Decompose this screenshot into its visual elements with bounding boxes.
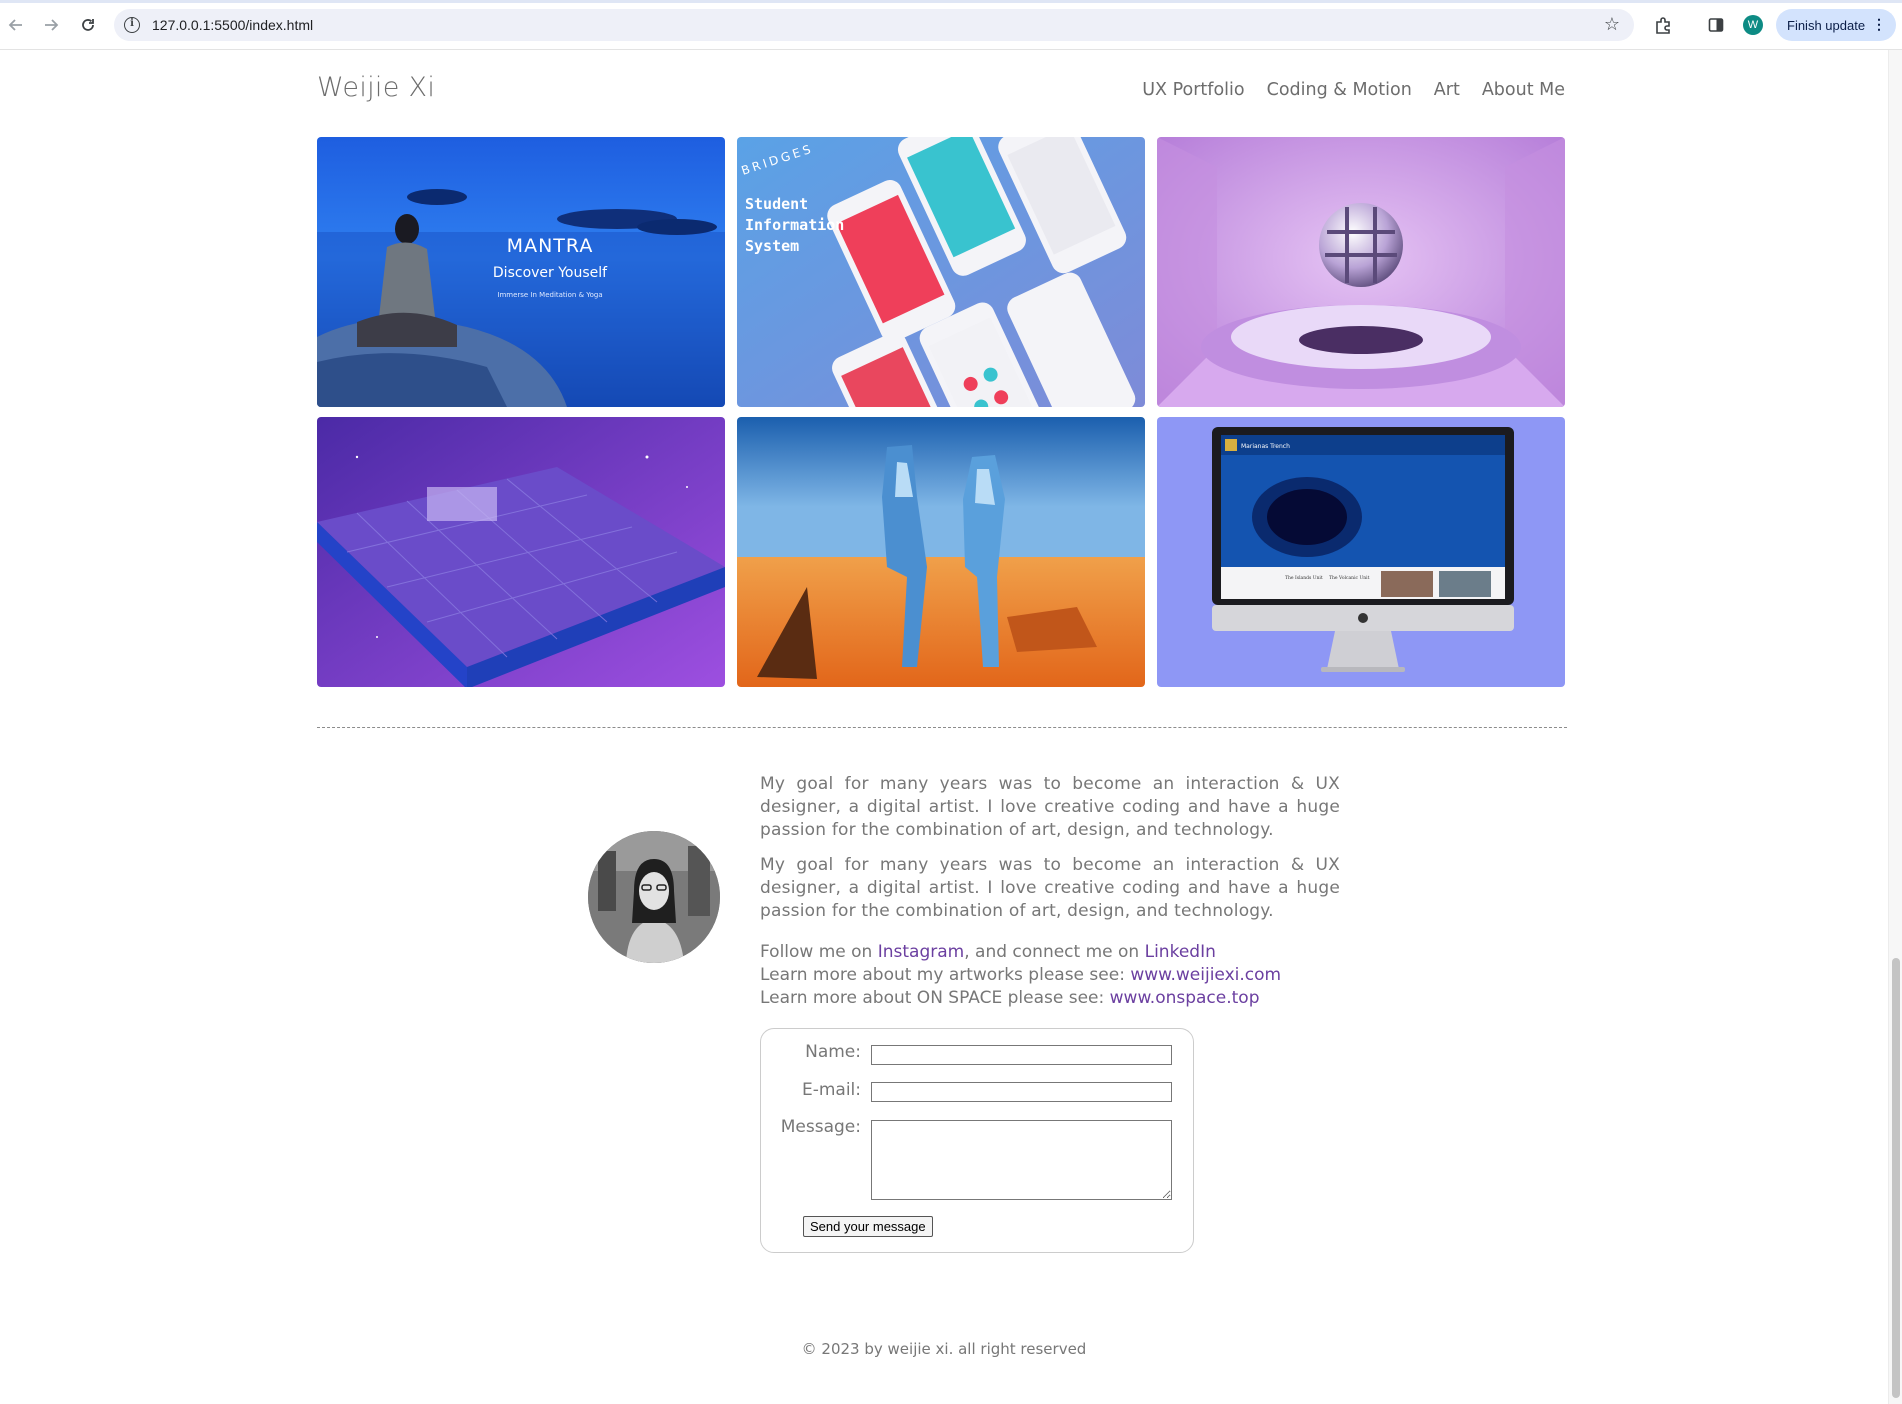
address-bar[interactable]: i 127.0.0.1:5500/index.html ☆ <box>114 9 1634 41</box>
name-input[interactable] <box>871 1045 1172 1065</box>
page-scrollbar[interactable] <box>1888 50 1902 1404</box>
scrollbar-thumb[interactable] <box>1892 958 1900 1398</box>
nav-about-me[interactable]: About Me <box>1482 80 1565 100</box>
bookmark-star-icon[interactable]: ☆ <box>1604 14 1620 35</box>
message-textarea[interactable] <box>871 1120 1172 1200</box>
bio-paragraph-1: My goal for many years was to become an … <box>760 774 1340 840</box>
site-info-icon[interactable]: i <box>124 17 140 33</box>
mantra-brand: MANTRA <box>507 235 594 257</box>
onspace-text: Learn more about ON SPACE please see: <box>760 988 1110 1008</box>
mantra-thumbnail: MANTRA Discover Youself Immerse In Medit… <box>317 137 725 407</box>
footer-copyright: © 2023 by weijie xi. all right reserved <box>801 1340 1087 1358</box>
finish-update-label: Finish update <box>1787 17 1866 33</box>
bridges-thumbnail: BRIDGES Student Information System <box>737 137 1145 407</box>
bridges-line1: Student <box>745 195 808 213</box>
nav-coding-motion[interactable]: Coding & Motion <box>1267 80 1412 100</box>
bridges-line3: System <box>745 237 799 255</box>
onspace-line: Learn more about ON SPACE please see: ww… <box>760 987 1380 1010</box>
project-tile-mantra[interactable]: MANTRA Discover Youself Immerse In Medit… <box>317 137 725 407</box>
more-menu-icon[interactable]: ⋮ <box>1872 16 1886 33</box>
message-label: Message: <box>780 1117 861 1137</box>
back-arrow-icon[interactable] <box>3 12 29 38</box>
project-tile-sphere[interactable] <box>1157 137 1565 407</box>
meditating-figure-head <box>395 214 419 244</box>
send-message-button[interactable]: Send your message <box>803 1216 933 1237</box>
project-tile-puzzle[interactable] <box>317 417 725 687</box>
follow-line: Follow me on Instagram, and connect me o… <box>760 941 1380 964</box>
nav-ux-portfolio[interactable]: UX Portfolio <box>1142 80 1244 100</box>
instagram-link[interactable]: Instagram <box>878 942 965 962</box>
reload-icon[interactable] <box>75 12 101 38</box>
portfolio-gallery: MANTRA Discover Youself Immerse In Medit… <box>317 137 1566 687</box>
linkedin-link[interactable]: LinkedIn <box>1145 942 1216 962</box>
marianas-caption2: The Volcanic Unit <box>1329 575 1370 581</box>
desert-thumbnail <box>737 417 1145 687</box>
connect-text: , and connect me on <box>964 942 1145 962</box>
extensions-icon[interactable] <box>1651 13 1675 37</box>
marianas-thumbnail: Marianas Trench The Islands Unit The Vol… <box>1157 417 1565 687</box>
project-tile-marianas[interactable]: Marianas Trench The Islands Unit The Vol… <box>1157 417 1565 687</box>
puzzle-thumbnail <box>317 417 725 687</box>
url-text[interactable]: 127.0.0.1:5500/index.html <box>152 17 313 33</box>
browser-toolbar: i 127.0.0.1:5500/index.html ☆ W Finish u… <box>0 0 1902 50</box>
artworks-text: Learn more about my artworks please see: <box>760 965 1131 985</box>
finish-update-button[interactable]: Finish update ⋮ <box>1776 9 1896 41</box>
apple-logo-icon <box>1358 613 1368 623</box>
email-label: E-mail: <box>801 1080 861 1100</box>
bridges-line2: Information <box>745 216 844 234</box>
contact-form: Name: E-mail: Message: Send your message <box>760 1028 1194 1253</box>
section-divider <box>317 727 1567 728</box>
marianas-caption1: The Islands Unit <box>1285 575 1323 581</box>
site-nav: UX Portfolio Coding & Motion Art About M… <box>1142 80 1565 100</box>
artworks-line: Learn more about my artworks please see:… <box>760 964 1380 987</box>
nav-art[interactable]: Art <box>1434 80 1460 100</box>
email-input[interactable] <box>871 1082 1172 1102</box>
project-tile-bridges[interactable]: BRIDGES Student Information System <box>737 137 1145 407</box>
name-label: Name: <box>805 1042 861 1062</box>
sphere-thumbnail <box>1157 137 1565 407</box>
onspace-link[interactable]: www.onspace.top <box>1110 988 1260 1008</box>
tab-strip-edge <box>0 0 1902 3</box>
marianas-brand: Marianas Trench <box>1241 443 1290 450</box>
bio-paragraph-2: My goal for many years was to become an … <box>760 855 1340 921</box>
side-panel-icon[interactable] <box>1704 13 1728 37</box>
mantra-headline: Discover Youself <box>493 265 608 281</box>
site-title[interactable]: Weijie Xi <box>317 72 435 103</box>
social-links: Follow me on Instagram, and connect me o… <box>760 941 1380 1010</box>
weijiexi-link[interactable]: www.weijiexi.com <box>1130 965 1281 985</box>
follow-prefix: Follow me on <box>760 942 878 962</box>
profile-avatar[interactable]: W <box>1743 15 1763 35</box>
project-tile-desert[interactable] <box>737 417 1145 687</box>
mantra-tagline: Immerse In Meditation & Yoga <box>497 291 602 299</box>
forward-arrow-icon[interactable] <box>38 12 64 38</box>
profile-photo <box>588 831 720 963</box>
about-bio: My goal for many years was to become an … <box>760 773 1340 935</box>
